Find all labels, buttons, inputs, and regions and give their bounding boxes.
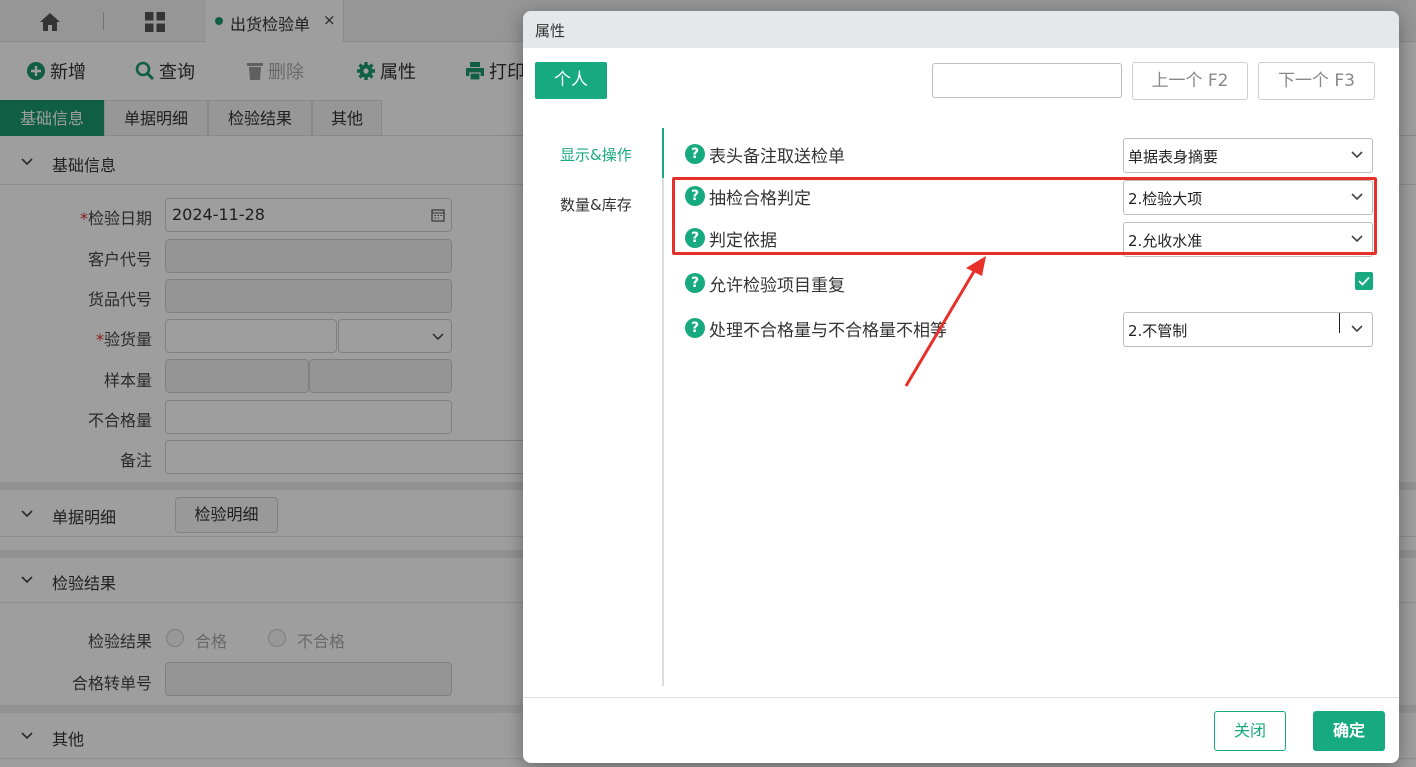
text-cursor (1339, 313, 1340, 333)
prop-label: 允许检验项目重复 (709, 276, 845, 296)
dialog-title: 属性 (535, 22, 566, 40)
footer-divider (523, 697, 1399, 698)
prop-label: 表头备注取送检单 (709, 147, 845, 167)
nav-display-operation[interactable]: 显示&操作 (560, 144, 632, 165)
prev-button[interactable]: 上一个 F2 (1132, 62, 1248, 100)
nav-quantity-stock[interactable]: 数量&库存 (560, 194, 632, 215)
close-button[interactable]: 关闭 (1214, 711, 1286, 751)
check-icon (1358, 276, 1370, 286)
prop-checkbox[interactable] (1355, 272, 1373, 290)
chevron-down-icon (1351, 151, 1363, 159)
nav-divider (662, 128, 664, 686)
chevron-down-icon (1351, 325, 1363, 333)
highlight-box (672, 177, 1377, 255)
search-input[interactable] (932, 63, 1122, 98)
confirm-button[interactable]: 确定 (1313, 711, 1385, 751)
select-value: 2.不管制 (1128, 322, 1188, 340)
select-value: 单据表身摘要 (1128, 148, 1219, 166)
nav-active-indicator (662, 128, 664, 178)
prop-label: 处理不合格量与不合格量不相等 (709, 321, 947, 341)
prop-select[interactable]: 2.不管制 (1123, 312, 1373, 347)
help-icon[interactable]: ? (685, 318, 705, 338)
dialog-header: 属性 (523, 11, 1399, 48)
prop-row: ? 处理不合格量与不合格量不相等 2.不管制 (685, 312, 1375, 350)
prop-select[interactable]: 单据表身摘要 (1123, 138, 1373, 173)
next-button[interactable]: 下一个 F3 (1258, 62, 1375, 100)
properties-dialog: 属性 个人 上一个 F2 下一个 F3 显示&操作 数量&库存 ? 表头备注取送… (523, 11, 1399, 763)
personal-button[interactable]: 个人 (535, 62, 607, 99)
prop-row: ? 表头备注取送检单 单据表身摘要 (685, 138, 1375, 176)
help-icon[interactable]: ? (685, 273, 705, 293)
help-icon[interactable]: ? (685, 144, 705, 164)
prop-row: ? 允许检验项目重复 (685, 269, 1375, 305)
